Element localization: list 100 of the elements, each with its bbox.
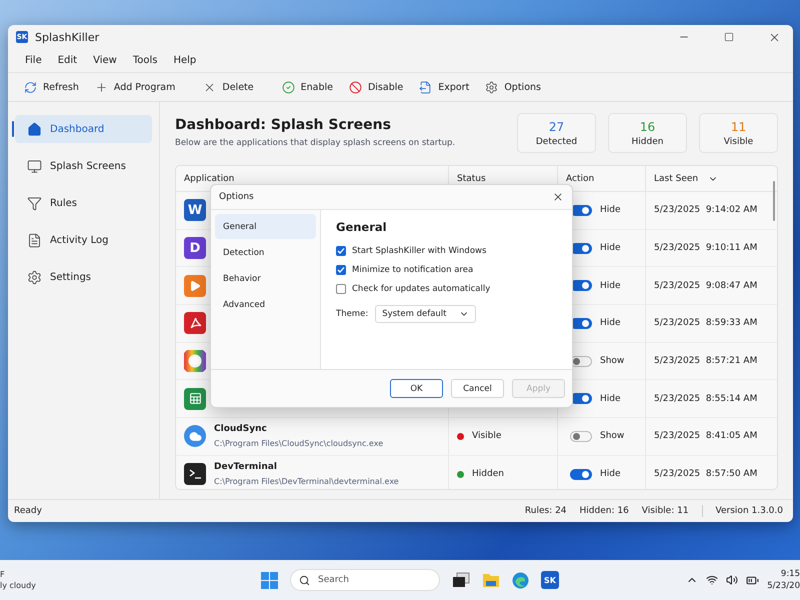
dialog-button[interactable]: OK: [390, 379, 443, 398]
menu-item[interactable]: Tools: [126, 53, 164, 68]
toolbar-button[interactable]: Export: [413, 78, 476, 96]
task-view-icon[interactable]: [452, 572, 470, 588]
column-header[interactable]: Last Seen: [654, 174, 698, 184]
section-heading: General: [336, 220, 388, 234]
weather-temperature: F: [0, 570, 6, 579]
action-label: Hide: [600, 394, 621, 404]
document-app-icon: W: [184, 199, 206, 222]
toolbar-button[interactable]: Delete: [197, 78, 260, 96]
stat-label: Detected: [536, 136, 578, 146]
toolbar-button[interactable]: Add Program: [88, 78, 182, 96]
search-icon: [299, 574, 310, 586]
page-subtitle: Below are the applications that display splash screens on startup.: [175, 138, 456, 148]
action-label: Hide: [600, 243, 621, 254]
check-circle-icon: [282, 80, 295, 94]
sidebar-label: Splash Screens: [50, 160, 126, 172]
action-label: Show: [600, 356, 624, 366]
checkbox[interactable]: [336, 265, 346, 275]
plus-icon: [94, 80, 108, 94]
clock-time: 9:15: [780, 569, 800, 579]
app-path: C:\Program Files\CloudSync\cloudsync.exe: [214, 439, 384, 448]
volume-icon[interactable]: [726, 574, 738, 586]
dialog-title: Options: [219, 192, 254, 202]
app-path: C:\Program Files\DevTerminal\devterminal.exe: [214, 477, 399, 486]
options-nav-item[interactable]: Behavior: [215, 266, 316, 291]
dialog-button[interactable]: Cancel: [451, 379, 504, 398]
search-placeholder: Search: [318, 575, 349, 585]
stat-label: Visible: [724, 136, 754, 146]
sidebar-item[interactable]: Splash Screens: [15, 152, 152, 180]
options-nav-item[interactable]: Advanced: [215, 292, 316, 317]
sidebar-item[interactable]: Rules: [15, 189, 152, 217]
status-count: Visible: 11: [642, 506, 689, 516]
column-header[interactable]: Status: [457, 174, 486, 184]
refresh-icon: [24, 80, 37, 94]
spreadsheet-icon: [184, 388, 206, 410]
document-icon: [27, 232, 42, 248]
action-label: Show: [600, 431, 624, 442]
settings-icon: [485, 80, 498, 94]
last-seen-time: 5/23/2025 8:41:05 AM: [654, 431, 758, 442]
sidebar-item[interactable]: Activity Log: [15, 226, 152, 254]
last-seen-time: 5/23/2025 9:10:11 AM: [654, 243, 758, 254]
options-nav-item[interactable]: Detection: [215, 240, 316, 265]
page-title: Dashboard: Splash Screens: [175, 117, 392, 133]
terminal-icon: [184, 463, 206, 486]
checkbox[interactable]: [336, 246, 346, 256]
column-header[interactable]: Application: [184, 174, 234, 184]
app-name: DevTerminal: [214, 462, 278, 472]
action-label: Hide: [600, 318, 621, 328]
status-count: Hidden: 16: [580, 506, 629, 516]
sidebar-item[interactable]: Settings: [15, 263, 152, 291]
toolbar-button[interactable]: Options: [479, 78, 547, 96]
stat-value: 16: [640, 120, 656, 134]
toolbar-button[interactable]: Refresh: [18, 78, 85, 96]
menu-item[interactable]: View: [86, 53, 124, 68]
toggle-switch[interactable]: [570, 430, 592, 442]
last-seen-time: 5/23/2025 8:55:14 AM: [654, 394, 758, 404]
checkbox-label: Minimize to notification area: [352, 265, 474, 275]
toggle-switch[interactable]: [570, 468, 592, 480]
theme-dropdown[interactable]: System default: [375, 305, 476, 323]
toolbar-button[interactable]: Enable: [276, 78, 339, 96]
filter-icon: [27, 196, 42, 210]
taskbar-search[interactable]: Search: [290, 569, 440, 591]
version-text: Version 1.3.0.0: [716, 506, 783, 516]
menu-item[interactable]: Help: [166, 53, 204, 68]
clock-date: 5/23/20: [767, 581, 800, 591]
menu-item[interactable]: Edit: [50, 53, 84, 68]
maximize-icon: [724, 32, 734, 42]
checkbox-label: Check for updates automatically: [352, 284, 490, 294]
stat-label: Hidden: [632, 136, 664, 146]
toolbar-button[interactable]: Disable: [342, 78, 410, 96]
sidebar-label: Dashboard: [50, 124, 104, 134]
prohibited-icon: [348, 80, 362, 94]
theme-label: Theme:: [336, 309, 368, 319]
color-wheel-icon: [184, 350, 206, 372]
export-icon: [419, 80, 432, 94]
sidebar-item[interactable]: Dashboard: [15, 115, 152, 143]
pdf-icon: [184, 312, 206, 334]
checkbox-label: Start SplashKiller with Windows: [352, 246, 486, 256]
stat-value: 27: [548, 120, 564, 134]
app-icon: D: [184, 237, 206, 260]
scrollbar-thumb: [773, 181, 775, 221]
app-name: CloudSync: [214, 424, 268, 434]
folder-icon[interactable]: [482, 572, 500, 588]
stat-value: 11: [730, 120, 746, 134]
checkbox[interactable]: [336, 284, 346, 294]
weather-text: ly cloudy: [0, 581, 36, 590]
status-text: Ready: [14, 506, 42, 516]
action-label: Hide: [600, 205, 621, 216]
taskbar-app[interactable]: SK: [541, 571, 559, 589]
column-header[interactable]: Action: [566, 174, 594, 184]
sidebar-label: Rules: [50, 198, 77, 208]
start-icon[interactable]: [261, 572, 278, 588]
options-nav-item[interactable]: General: [215, 214, 316, 239]
play-icon: [184, 274, 206, 297]
battery-icon[interactable]: [746, 574, 760, 586]
menu-item[interactable]: File: [18, 53, 49, 68]
browser-icon[interactable]: [512, 572, 529, 588]
close-icon[interactable]: [552, 191, 564, 203]
status-text: Visible: [472, 431, 502, 442]
